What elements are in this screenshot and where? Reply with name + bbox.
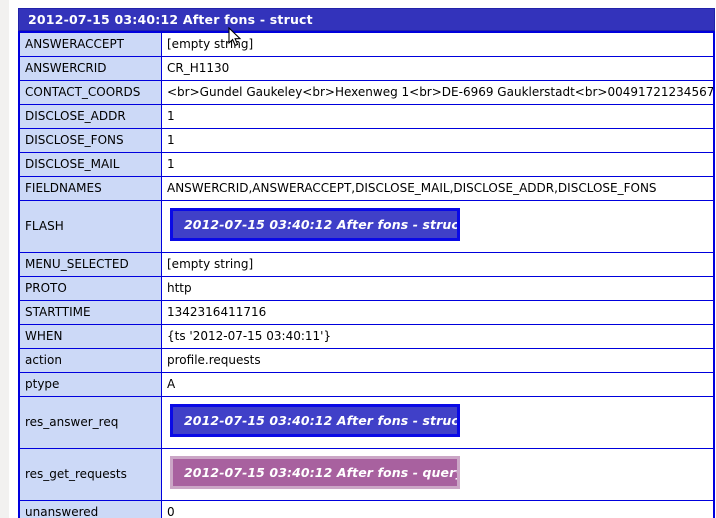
variable-value-cell: 2012-07-15 03:40:12 After fons - struct xyxy=(161,396,715,449)
dump-header-title: 2012-07-15 03:40:12 After fons - struct xyxy=(18,8,715,31)
variable-name-cell: WHEN xyxy=(18,324,162,349)
variable-dump-table-body: ANSWERACCEPT [empty string] ANSWERCRID CR_H… xyxy=(18,31,715,518)
table-row: FIELDNAMES ANSWERCRID,ANSWERACCEPT,DISCLO… xyxy=(18,176,715,201)
variable-name-cell: action xyxy=(18,348,162,373)
table-row: STARTTIME 1342316411716 xyxy=(18,300,715,325)
table-row: FLASH 2012-07-15 03:40:12 After fons - st… xyxy=(18,200,715,253)
variable-value-cell: ANSWERCRID,ANSWERACCEPT,DISCLOSE_MAIL,DI… xyxy=(161,176,715,201)
flash-message-box: 2012-07-15 03:40:12 After fons - struct xyxy=(170,403,460,437)
variable-name-cell: MENU_SELECTED xyxy=(18,252,162,277)
variable-value-cell: 0 xyxy=(161,500,715,518)
variable-value-cell: 2012-07-15 03:40:12 After fons - query xyxy=(161,448,715,501)
flash-message-box: 2012-07-15 03:40:12 After fons - query xyxy=(170,455,460,489)
table-row: ptype A xyxy=(18,372,715,397)
table-row: DISCLOSE_FONS 1 xyxy=(18,128,715,153)
variable-name-cell: PROTO xyxy=(18,276,162,301)
variable-value-cell: 2012-07-15 03:40:12 After fons - struct xyxy=(161,200,715,253)
variable-value-cell: 1 xyxy=(161,152,715,177)
page-canvas: 2012-07-15 03:40:12 After fons - struct … xyxy=(9,0,716,518)
variable-value-cell: {ts '2012-07-15 03:40:11'} xyxy=(161,324,715,349)
variable-name-cell: res_answer_req xyxy=(18,396,162,449)
variable-name-cell: ANSWERCRID xyxy=(18,56,162,81)
variable-value-cell: <br>Gundel Gaukeley<br>Hexenweg 1<br>DE-… xyxy=(161,80,715,105)
table-row: DISCLOSE_MAIL 1 xyxy=(18,152,715,177)
variable-value-cell: CR_H1130 xyxy=(161,56,715,81)
variable-name-cell: DISCLOSE_MAIL xyxy=(18,152,162,177)
variable-name-cell: FIELDNAMES xyxy=(18,176,162,201)
table-row: ANSWERCRID CR_H1130 xyxy=(18,56,715,81)
table-row: action profile.requests xyxy=(18,348,715,373)
variable-name-cell: FLASH xyxy=(18,200,162,253)
variable-value-cell: http xyxy=(161,276,715,301)
table-row: ANSWERACCEPT [empty string] xyxy=(18,31,715,57)
variable-value-cell: [empty string] xyxy=(161,252,715,277)
variable-name-cell: ptype xyxy=(18,372,162,397)
variable-name-cell: res_get_requests xyxy=(18,448,162,501)
variable-value-cell: profile.requests xyxy=(161,348,715,373)
table-row: res_answer_req 2012-07-15 03:40:12 After … xyxy=(18,396,715,449)
variable-value-cell: A xyxy=(161,372,715,397)
table-row: PROTO http xyxy=(18,276,715,301)
variable-name-cell: DISCLOSE_ADDR xyxy=(18,104,162,129)
variable-value-cell: [empty string] xyxy=(161,31,715,57)
table-row: unanswered 0 xyxy=(18,500,715,518)
variable-name-cell: STARTTIME xyxy=(18,300,162,325)
table-row: DISCLOSE_ADDR 1 xyxy=(18,104,715,129)
variable-value-cell: 1 xyxy=(161,104,715,129)
flash-message-box: 2012-07-15 03:40:12 After fons - struct xyxy=(170,207,460,241)
variable-value-cell: 1342316411716 xyxy=(161,300,715,325)
variable-name-cell: ANSWERACCEPT xyxy=(18,31,162,57)
table-row: res_get_requests 2012-07-15 03:40:12 Afte… xyxy=(18,448,715,501)
variable-dump-table: ANSWERACCEPT [empty string] ANSWERCRID CR_H… xyxy=(18,31,715,518)
variable-name-cell: unanswered xyxy=(18,500,162,518)
variable-value-cell: 1 xyxy=(161,128,715,153)
table-row: CONTACT_COORDS <br>Gundel Gaukeley<br>Hex… xyxy=(18,80,715,105)
table-row: WHEN {ts '2012-07-15 03:40:11'} xyxy=(18,324,715,349)
variable-name-cell: DISCLOSE_FONS xyxy=(18,128,162,153)
variable-name-cell: CONTACT_COORDS xyxy=(18,80,162,105)
table-row: MENU_SELECTED [empty string] xyxy=(18,252,715,277)
